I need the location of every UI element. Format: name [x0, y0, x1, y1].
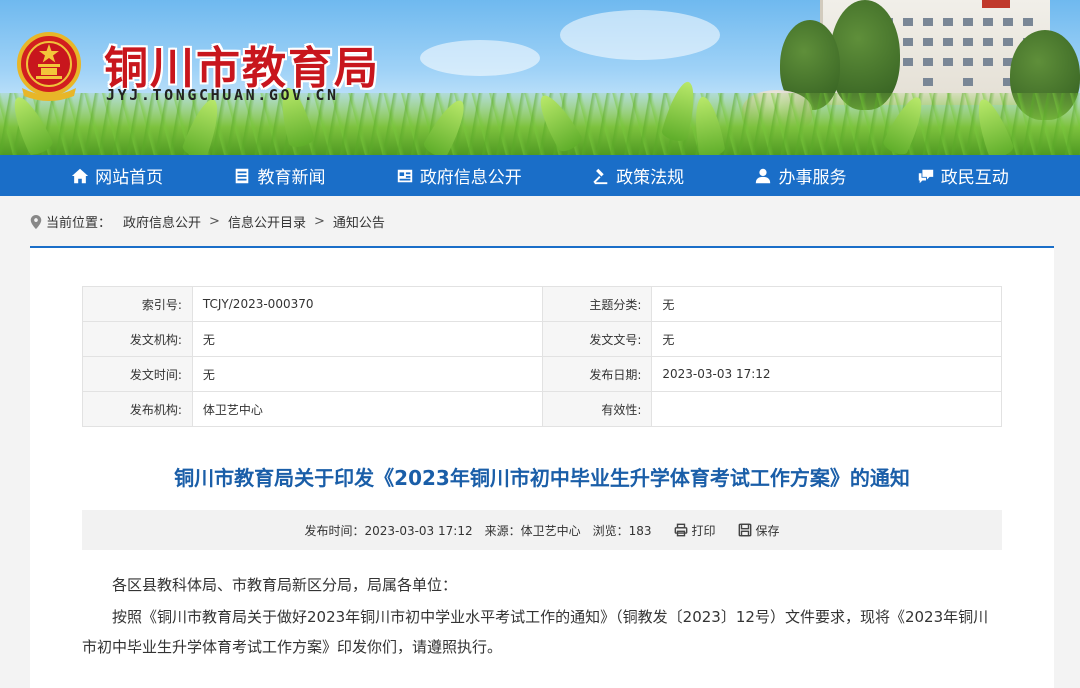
nav-item-news[interactable]: 教育新闻	[233, 155, 325, 196]
cloud-decoration	[560, 10, 720, 60]
nav-label: 政民互动	[940, 168, 1009, 188]
meta-label: 索引号:	[82, 286, 193, 322]
article-title: 铜川市教育局关于印发《2023年铜川市初中毕业生升学体育考试工作方案》的通知	[174, 466, 910, 490]
article-paragraph: 按照《铜川市教育局关于做好2023年铜川市初中学业水平考试工作的通知》（铜教发〔…	[82, 608, 989, 656]
content-panel: 索引号: TCJY/2023-000370 主题分类: 无 发文机构: 无 发文…	[30, 246, 1054, 688]
article-source: 来源：体卫艺中心	[484, 523, 581, 538]
nav-item-interaction[interactable]: 政民互动	[917, 155, 1009, 196]
meta-label: 主题分类:	[541, 286, 653, 322]
article-body: 各区县教科体局、市教育局新区分局，局属各单位： 按照《铜川市教育局关于做好202…	[82, 570, 1002, 664]
location-pin-icon	[30, 214, 42, 229]
meta-value: 无	[191, 356, 543, 392]
news-icon	[236, 168, 249, 183]
meta-value	[651, 391, 1002, 427]
meta-value: 无	[651, 321, 1002, 357]
document-meta-table: 索引号: TCJY/2023-000370 主题分类: 无 发文机构: 无 发文…	[82, 286, 1002, 427]
meta-value: 无	[651, 286, 1002, 322]
gavel-icon	[593, 168, 608, 184]
view-count: 浏览：183	[592, 523, 652, 538]
chat-icon	[918, 169, 933, 183]
meta-value: 2023-03-03 17:12	[651, 356, 1002, 392]
user-service-icon	[756, 168, 771, 183]
print-button[interactable]: 打印	[674, 522, 716, 539]
breadcrumb: 当前位置： 政府信息公开 > 信息公开目录 > 通知公告	[30, 212, 385, 231]
meta-label: 发文时间:	[82, 356, 193, 392]
cloud-decoration	[420, 40, 540, 76]
nav-label: 政策法规	[616, 168, 685, 188]
breadcrumb-separator: >	[209, 214, 220, 229]
article-info-bar: 发布时间：2023-03-03 17:12 来源：体卫艺中心 浏览：183 打印…	[82, 510, 1002, 550]
print-label: 打印	[691, 523, 716, 538]
breadcrumb-prefix: 当前位置：	[46, 216, 112, 231]
site-url: JYJ.TONGCHUAN.GOV.CN	[106, 86, 339, 104]
table-row: 发文时间: 无 发布日期: 2023-03-03 17:12	[82, 356, 1002, 392]
article-paragraph: 各区县教科体局、市教育局新区分局，局属各单位：	[112, 576, 458, 594]
home-icon	[72, 168, 89, 183]
header-banner: 铜川市教育局 JYJ.TONGCHUAN.GOV.CN	[0, 0, 1080, 155]
nav-item-home[interactable]: 网站首页	[71, 155, 163, 196]
table-row: 发文机构: 无 发文文号: 无	[82, 321, 1002, 357]
meta-label: 有效性:	[541, 391, 653, 427]
breadcrumb-link-notices[interactable]: 通知公告	[333, 212, 385, 231]
meta-value: TCJY/2023-000370	[191, 286, 543, 322]
save-icon	[738, 523, 751, 537]
main-nav: 网站首页 教育新闻 政府信息公开 政策法规 办事服务 政民互动	[0, 155, 1080, 196]
national-emblem-icon	[17, 32, 81, 101]
meta-label: 发布日期:	[541, 356, 653, 392]
printer-icon	[674, 523, 687, 537]
breadcrumb-separator: >	[313, 214, 325, 229]
save-button[interactable]: 保存	[738, 522, 780, 539]
breadcrumb-link-directory[interactable]: 信息公开目录	[228, 212, 306, 231]
publish-time: 发布时间：2023-03-03 17:12	[304, 523, 473, 538]
meta-label: 发布机构:	[82, 391, 193, 427]
meta-label: 发文文号:	[541, 321, 653, 357]
nav-item-policy[interactable]: 政策法规	[592, 155, 684, 196]
nav-item-services[interactable]: 办事服务	[754, 155, 846, 196]
nav-label: 网站首页	[95, 168, 164, 188]
nav-item-gov-info[interactable]: 政府信息公开	[396, 155, 522, 196]
meta-value: 体卫艺中心	[191, 391, 543, 427]
save-label: 保存	[755, 523, 780, 538]
info-icon	[397, 169, 413, 182]
table-row: 索引号: TCJY/2023-000370 主题分类: 无	[82, 286, 1002, 322]
nav-label: 办事服务	[778, 168, 847, 188]
meta-value: 无	[191, 321, 543, 357]
table-row: 发布机构: 体卫艺中心 有效性:	[82, 391, 1002, 427]
meta-label: 发文机构:	[82, 321, 193, 357]
nav-label: 政府信息公开	[419, 168, 522, 188]
nav-label: 教育新闻	[257, 168, 326, 188]
breadcrumb-link-gov-info[interactable]: 政府信息公开	[123, 212, 201, 231]
